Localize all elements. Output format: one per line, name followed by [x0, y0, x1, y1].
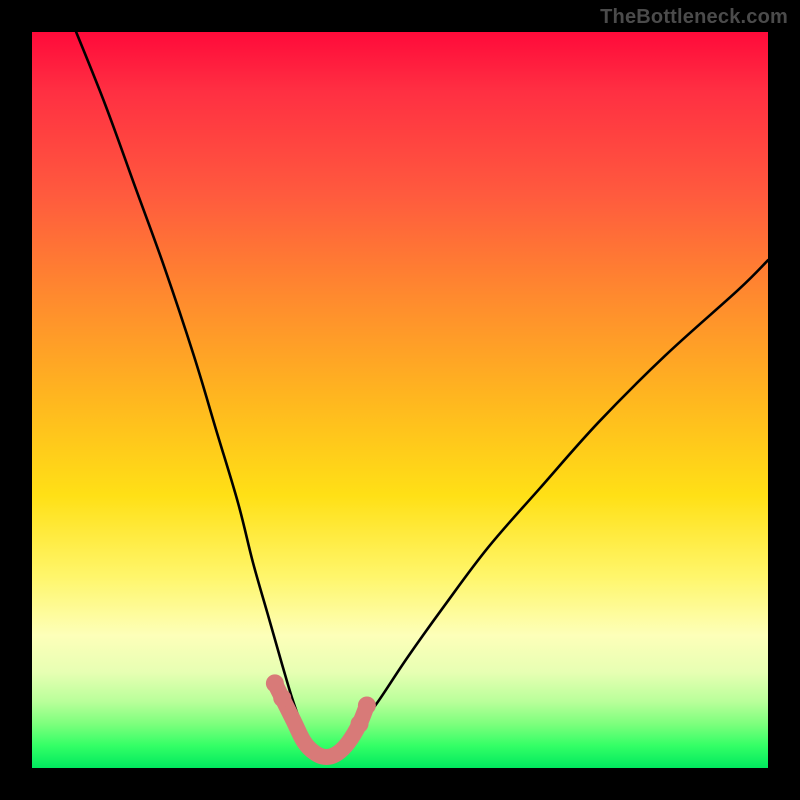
curve-left-branch [76, 32, 326, 757]
marker-dot [358, 696, 376, 714]
chart-frame: TheBottleneck.com [0, 0, 800, 800]
watermark-text: TheBottleneck.com [600, 6, 788, 29]
marker-band-dots [266, 674, 376, 732]
plot-area [32, 32, 768, 768]
curve-svg [32, 32, 768, 768]
marker-dot [273, 689, 291, 707]
marker-dot [351, 715, 369, 733]
curve-right-branch [326, 260, 768, 757]
